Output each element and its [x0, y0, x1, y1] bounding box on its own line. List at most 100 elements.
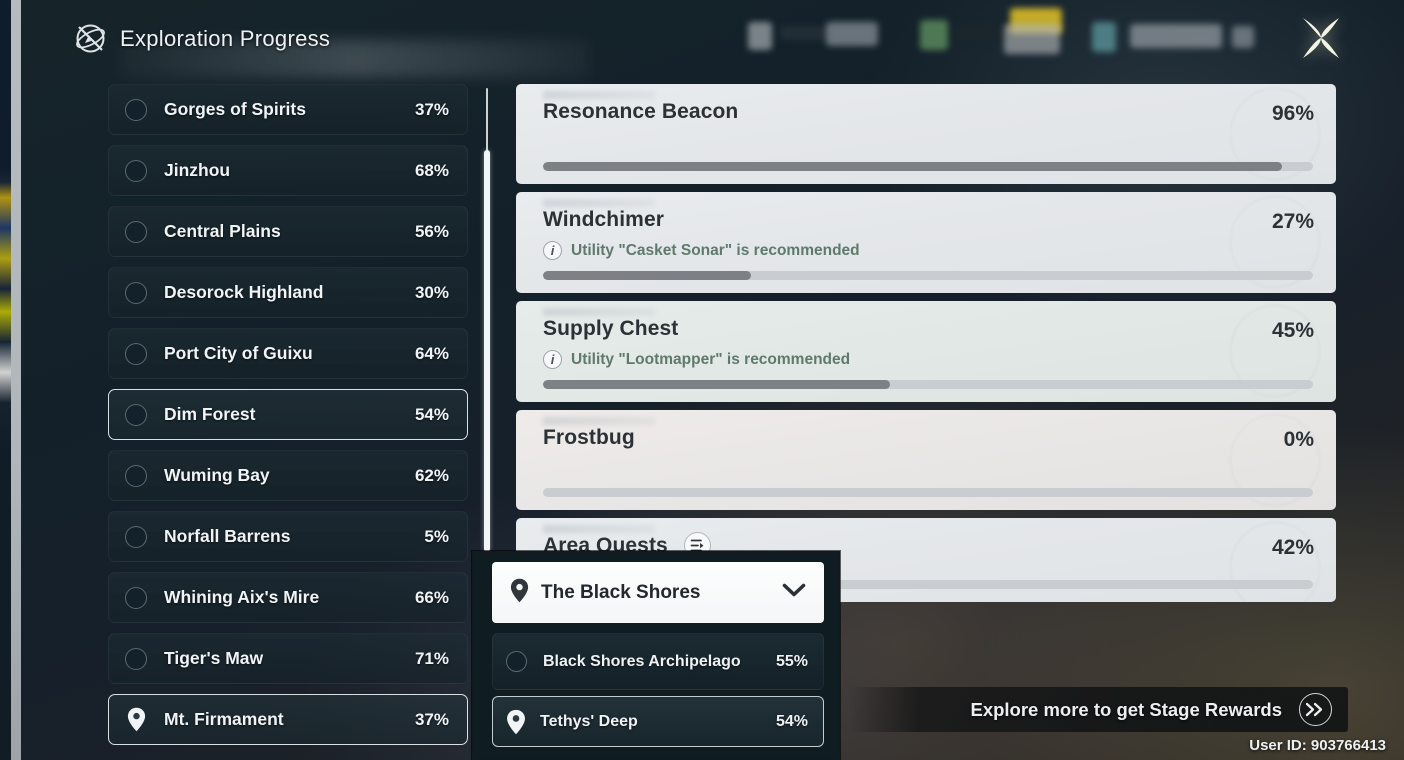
region-row[interactable]: Desorock Highland 30% [108, 267, 468, 318]
circle-dot-icon [506, 651, 527, 672]
close-button[interactable] [1293, 10, 1349, 66]
progress-bar-track [543, 162, 1313, 171]
card-recommendation: i Utility "Lootmapper" is recommended [543, 350, 1314, 369]
region-name: Port City of Guixu [164, 343, 313, 363]
circle-dot-icon [125, 525, 147, 548]
region-name: Whining Aix's Mire [164, 587, 320, 607]
card-microlabel [543, 308, 655, 316]
stage-rewards-label: Explore more to get Stage Rewards [970, 698, 1282, 720]
region-row[interactable]: Norfall Barrens 5% [108, 511, 468, 562]
region-percent: 37% [414, 709, 449, 729]
region-row[interactable]: Port City of Guixu 64% [108, 328, 468, 379]
double-chevron-right-icon[interactable] [1299, 693, 1332, 726]
card-title: Resonance Beacon [543, 100, 739, 123]
region-percent: 5% [424, 526, 449, 546]
background-left-window-sliver [0, 0, 11, 760]
dropdown-toggle[interactable]: The Black Shores [492, 562, 824, 623]
card-header: Supply Chest 45% [543, 317, 1314, 343]
region-name: Norfall Barrens [164, 526, 291, 546]
progress-bar-track [543, 271, 1313, 280]
region-row[interactable]: Mt. Firmament 37% [108, 694, 468, 745]
region-percent: 37% [414, 99, 449, 119]
region-name: Mt. Firmament [164, 709, 284, 729]
progress-card[interactable]: Resonance Beacon 96% [516, 84, 1336, 184]
region-name: Desorock Highland [164, 282, 324, 302]
region-row[interactable]: Whining Aix's Mire 66% [108, 572, 468, 623]
location-pin-icon [125, 707, 147, 733]
card-microlabel [543, 417, 655, 425]
region-name: Dim Forest [164, 404, 256, 424]
region-row[interactable]: Central Plains 56% [108, 206, 468, 257]
region-percent: 68% [414, 160, 449, 180]
background-left-white-strip [11, 0, 21, 760]
progress-card[interactable]: Windchimer 27% i Utility "Casket Sonar" is … [516, 192, 1336, 293]
region-row[interactable]: Tiger's Maw 71% [108, 633, 468, 684]
card-title: Windchimer [543, 208, 664, 231]
circle-dot-icon [125, 464, 147, 487]
region-list[interactable]: Gorges of Spirits 37% Jinzhou 68% Central Pl… [108, 84, 468, 760]
user-id-label: User ID: 903766413 [1249, 737, 1386, 754]
region-name: Jinzhou [164, 160, 231, 180]
hud-blob-teal-icon [1092, 22, 1116, 52]
progress-bar-fill [543, 271, 751, 280]
hud-blob-currency-icon [748, 22, 772, 50]
page-title: Exploration Progress [120, 25, 331, 51]
region-row[interactable]: Wuming Bay 62% [108, 450, 468, 501]
progress-bar-fill [543, 380, 890, 389]
hud-blob-currency-value [780, 26, 828, 40]
card-header: Resonance Beacon 96% [543, 100, 1314, 126]
location-pin-icon [510, 578, 529, 608]
dropdown-item-percent: 55% [775, 652, 808, 670]
region-percent: 62% [414, 465, 449, 485]
region-percent: 66% [414, 587, 449, 607]
circle-dot-icon [125, 586, 147, 609]
progress-bar-fill [543, 162, 1283, 171]
card-microlabel [543, 525, 655, 533]
hud-blob-card-icon [1004, 24, 1060, 54]
progress-card[interactable]: Supply Chest 45% i Utility "Lootmapper" is … [516, 301, 1336, 402]
region-row[interactable]: Gorges of Spirits 37% [108, 84, 468, 135]
hud-blob-level-pill [1130, 24, 1222, 48]
circle-dot-icon [125, 647, 147, 670]
compass-slash-icon [74, 22, 107, 55]
region-name: Central Plains [164, 221, 281, 241]
circle-dot-icon [125, 220, 147, 243]
circle-dot-icon [125, 159, 147, 182]
page-title-group: Exploration Progress [74, 22, 330, 55]
dropdown-item-label: Tethys' Deep [540, 712, 638, 730]
region-row[interactable]: Dim Forest 54% [108, 389, 468, 440]
circle-dot-icon [125, 342, 147, 365]
region-name: Gorges of Spirits [164, 99, 306, 119]
dropdown-item-tethys-deep[interactable]: Tethys' Deep 54% [492, 696, 824, 747]
hud-blob-green-icon [920, 20, 948, 50]
circle-dot-icon [125, 98, 147, 121]
scrollbar-thumb[interactable] [484, 150, 490, 552]
card-title: Frostbug [543, 426, 635, 449]
hud-blob-currency-count [826, 22, 878, 46]
region-percent: 30% [414, 282, 449, 302]
region-name: Tiger's Maw [164, 648, 264, 668]
dropdown-item-black-shores-archipelago[interactable]: Black Shores Archipelago 55% [492, 633, 824, 690]
card-recommendation-text: Utility "Casket Sonar" is recommended [571, 241, 860, 259]
region-name: Wuming Bay [164, 465, 270, 485]
card-header: Frostbug 0% [543, 426, 1314, 452]
region-percent: 56% [414, 221, 449, 241]
progress-bar-track [543, 488, 1313, 497]
region-dropdown-panel[interactable]: The Black Shores Black Shores Archipelag… [472, 551, 840, 760]
region-row[interactable]: Jinzhou 68% [108, 145, 468, 196]
circle-dot-icon [125, 403, 147, 426]
chevron-down-icon[interactable] [782, 582, 806, 603]
region-percent: 64% [414, 343, 449, 363]
card-title: Supply Chest [543, 317, 679, 340]
top-bar: Exploration Progress [0, 0, 1404, 80]
hud-blob-menu-square [1232, 26, 1254, 48]
dropdown-selected-label: The Black Shores [541, 581, 701, 603]
circle-dot-icon [125, 281, 147, 304]
card-header: Windchimer 27% [543, 208, 1314, 234]
region-percent: 71% [414, 648, 449, 668]
card-recommendation-text: Utility "Lootmapper" is recommended [571, 350, 851, 368]
location-pin-icon [506, 709, 526, 735]
progress-card[interactable]: Frostbug 0% [516, 410, 1336, 510]
stage-rewards-banner[interactable]: Explore more to get Stage Rewards [848, 687, 1348, 732]
info-icon: i [543, 241, 562, 260]
